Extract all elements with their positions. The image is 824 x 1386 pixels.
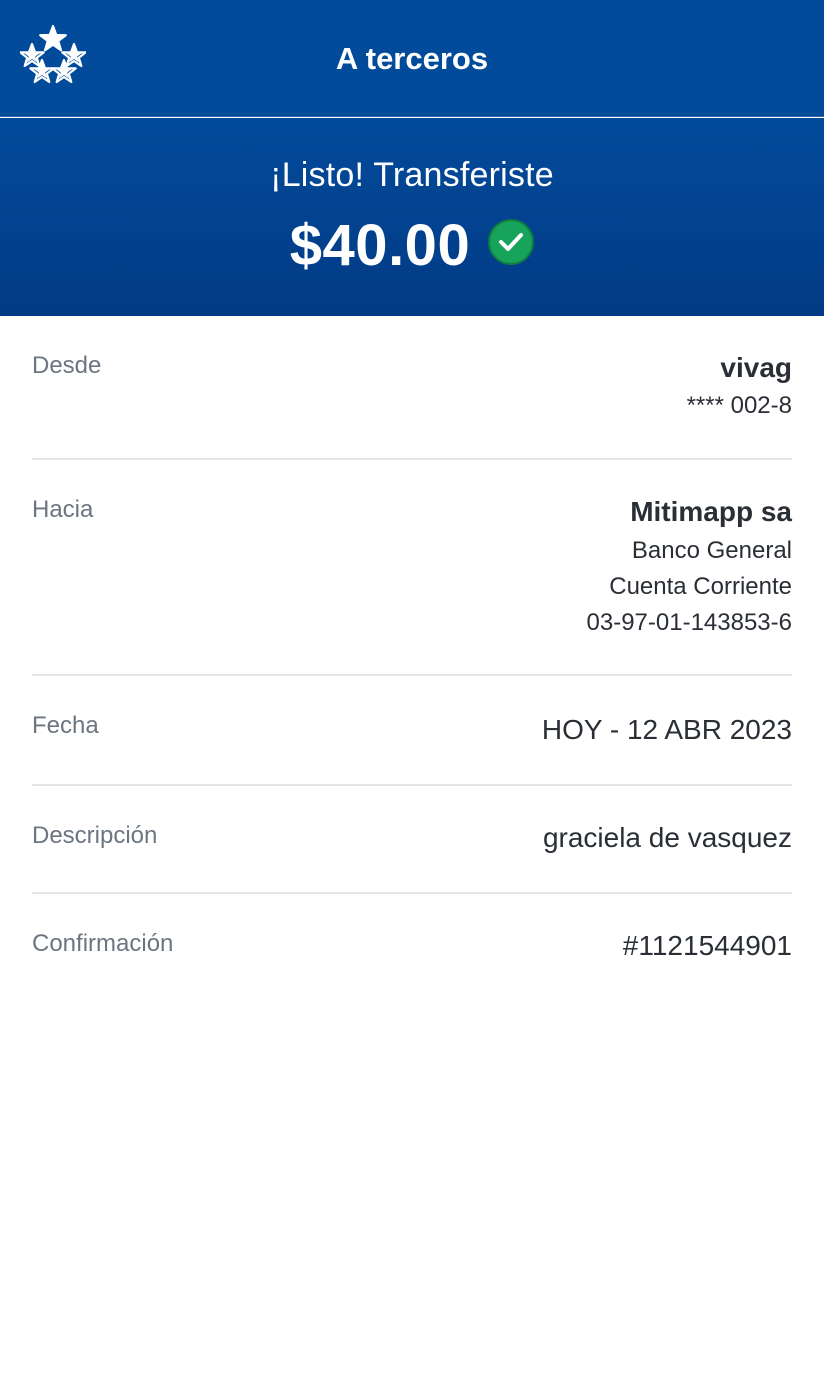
- recipient-account-number: 03-97-01-143853-6: [586, 609, 793, 636]
- descripcion-label: Descripción: [32, 822, 158, 849]
- detail-row-descripcion: Descripción graciela de vasquez: [32, 786, 792, 894]
- amount-row: $40.00: [0, 210, 824, 280]
- confirmation-number: #1121544901: [622, 930, 792, 961]
- recipient-account-type: Cuenta Corriente: [609, 573, 792, 600]
- descripcion-value: graciela de vasquez: [543, 786, 792, 854]
- top-bar: A terceros: [0, 0, 824, 117]
- recipient-bank: Banco General: [631, 537, 792, 564]
- success-message: ¡Listo! Transferiste: [270, 156, 554, 194]
- detail-row-fecha: Fecha HOY - 12 ABR 2023: [32, 676, 792, 786]
- fecha-label: Fecha: [32, 712, 99, 739]
- transfer-date: HOY - 12 ABR 2023: [541, 714, 792, 745]
- hacia-label: Hacia: [32, 496, 94, 523]
- transfer-amount: $40.00: [289, 212, 471, 278]
- desde-label: Desde: [32, 352, 102, 379]
- detail-row-confirmacion: Confirmación #1121544901: [32, 894, 792, 1004]
- source-account-number: **** 002-8: [686, 392, 792, 419]
- hacia-value: Mitimapp sa Banco General Cuenta Corrien…: [587, 460, 793, 636]
- detail-row-hacia: Hacia Mitimapp sa Banco General Cuenta C…: [32, 460, 792, 676]
- confirmacion-value: #1121544901: [623, 894, 792, 962]
- fecha-value: HOY - 12 ABR 2023: [542, 676, 792, 746]
- detail-row-desde: Desde vivag **** 002-8: [32, 316, 792, 460]
- confirmacion-label: Confirmación: [32, 930, 174, 957]
- page-title: A terceros: [335, 41, 489, 76]
- transfer-description: graciela de vasquez: [542, 822, 792, 853]
- transfer-details: Desde vivag **** 002-8 Hacia Mitimapp sa…: [32, 316, 792, 1004]
- recipient-name: Mitimapp sa: [630, 496, 792, 527]
- transfer-receipt-screen: A terceros ¡Listo! Transferiste $40.00 D…: [0, 0, 824, 1386]
- source-account-name: vivag: [720, 352, 792, 383]
- desde-value: vivag **** 002-8: [687, 316, 792, 420]
- transfer-success-banner: ¡Listo! Transferiste $40.00: [0, 118, 824, 316]
- five-stars-logo-icon[interactable]: [20, 24, 86, 86]
- check-circle-icon: [488, 219, 535, 265]
